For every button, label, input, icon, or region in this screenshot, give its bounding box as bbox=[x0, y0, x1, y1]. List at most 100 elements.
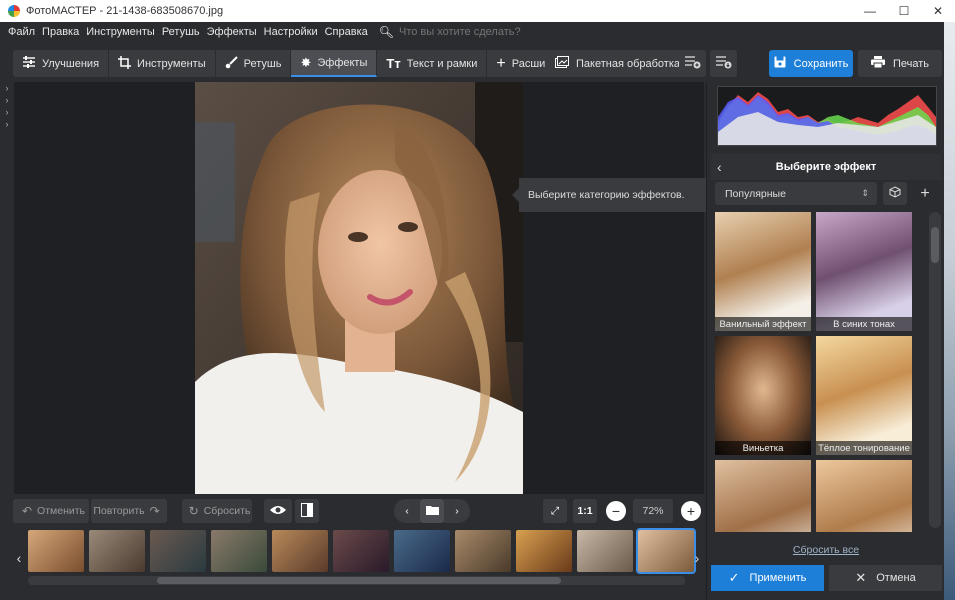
expand-chevron-icon[interactable]: › bbox=[0, 106, 14, 118]
close-icon: ✕ bbox=[855, 570, 867, 585]
thumbnail-selected[interactable] bbox=[636, 528, 696, 574]
tab-retouch[interactable]: Ретушь bbox=[216, 50, 292, 77]
thumbnail[interactable] bbox=[455, 530, 511, 572]
scrollbar-thumb[interactable] bbox=[157, 577, 561, 584]
menu-help[interactable]: Справка bbox=[325, 26, 368, 38]
3d-lut-button[interactable] bbox=[883, 182, 907, 205]
batch-label: Пакетная обработка bbox=[576, 57, 680, 70]
effect-category-select[interactable]: Популярные ⇕ bbox=[715, 182, 877, 205]
zoom-out-button[interactable]: − bbox=[606, 501, 626, 521]
thumbnail[interactable] bbox=[516, 530, 572, 572]
open-folder-button[interactable] bbox=[420, 499, 444, 523]
preview-toggle-button[interactable] bbox=[264, 499, 292, 523]
save-button[interactable]: Сохранить bbox=[769, 50, 853, 77]
search-icon: 🔍︎ bbox=[378, 25, 394, 39]
minus-icon: − bbox=[611, 503, 621, 519]
effect-card[interactable] bbox=[715, 460, 811, 532]
presets-add-button[interactable] bbox=[679, 50, 706, 77]
desktop-background bbox=[944, 22, 955, 600]
cube-icon bbox=[889, 186, 901, 201]
menu-edit[interactable]: Правка bbox=[42, 26, 79, 38]
tab-tools[interactable]: Инструменты bbox=[109, 50, 216, 77]
undo-label: Отменить bbox=[37, 505, 86, 517]
apply-label: Применить bbox=[749, 572, 807, 584]
effect-card-vignette[interactable]: Виньетка bbox=[715, 336, 811, 455]
thumbnail[interactable] bbox=[28, 530, 84, 572]
tab-enhancements[interactable]: Улучшения bbox=[13, 50, 110, 77]
redo-button[interactable]: Повторить ↷ bbox=[91, 499, 167, 523]
undo-button[interactable]: ↶ Отменить bbox=[13, 499, 89, 523]
effect-card-warm-toning[interactable]: Тёплое тонирование bbox=[816, 336, 912, 455]
menu-tools[interactable]: Инструменты bbox=[86, 26, 155, 38]
back-arrow-icon[interactable]: ‹ bbox=[717, 159, 722, 175]
menu-effects[interactable]: Эффекты bbox=[207, 26, 257, 38]
image-canvas[interactable]: Выберите категорию эффектов. bbox=[14, 82, 711, 494]
minimize-button[interactable]: — bbox=[853, 0, 887, 22]
filmstrip-next-button[interactable]: › bbox=[690, 528, 704, 588]
effects-scrollbar[interactable] bbox=[929, 212, 941, 528]
expand-chevron-icon[interactable]: › bbox=[0, 82, 14, 94]
tab-text-frames[interactable]: Tт Текст и рамки bbox=[377, 50, 488, 77]
filmstrip-scrollbar[interactable] bbox=[28, 576, 685, 585]
menu-bar: Файл Правка Инструменты Ретушь Эффекты Н… bbox=[0, 22, 955, 42]
folder-icon bbox=[425, 505, 439, 518]
plus-icon: + bbox=[686, 503, 696, 519]
close-button[interactable]: ✕ bbox=[921, 0, 955, 22]
sparkle-icon: ✸ bbox=[300, 54, 312, 70]
thumbnail[interactable] bbox=[394, 530, 450, 572]
thumbnail[interactable] bbox=[150, 530, 206, 572]
menu-retouch[interactable]: Ретушь bbox=[162, 26, 200, 38]
batch-processing-button[interactable]: Пакетная обработка bbox=[545, 50, 690, 77]
thumbnail[interactable] bbox=[272, 530, 328, 572]
tab-effects[interactable]: ✸ Эффекты bbox=[291, 50, 378, 77]
window-title: ФотоМАСТЕР - 21-1438-683508670.jpg bbox=[26, 5, 224, 17]
images-icon bbox=[555, 56, 569, 71]
zoom-in-button[interactable]: + bbox=[681, 501, 701, 521]
presets-save-button[interactable] bbox=[710, 50, 737, 77]
reset-label: Сбросить bbox=[203, 505, 251, 517]
effect-card-blue-tones[interactable]: В синих тонах bbox=[816, 212, 912, 331]
effects-panel-header: ‹ Выберите эффект bbox=[711, 154, 941, 180]
actual-size-button[interactable]: 1:1 bbox=[573, 499, 597, 523]
left-collapsed-panel: › › › › bbox=[0, 82, 14, 494]
apply-button[interactable]: ✓ Применить bbox=[711, 565, 824, 591]
print-button[interactable]: Печать bbox=[858, 50, 942, 77]
effect-label: Виньетка bbox=[715, 441, 811, 455]
updown-arrows-icon: ⇕ bbox=[861, 188, 869, 198]
thumbnail[interactable] bbox=[577, 530, 633, 572]
cancel-button[interactable]: ✕ Отмена bbox=[829, 565, 942, 591]
expand-icon: ⤢ bbox=[550, 504, 560, 517]
expand-chevron-icon[interactable]: › bbox=[0, 94, 14, 106]
effect-card[interactable] bbox=[816, 460, 912, 532]
zoom-level[interactable]: 72% bbox=[633, 499, 673, 523]
thumbnail[interactable] bbox=[333, 530, 389, 572]
printer-icon bbox=[870, 56, 885, 71]
tab-label: Эффекты bbox=[317, 56, 368, 69]
add-effect-button[interactable]: + bbox=[913, 182, 937, 205]
scrollbar-thumb[interactable] bbox=[931, 227, 939, 263]
maximize-button[interactable]: ☐ bbox=[887, 0, 921, 22]
title-bar: ФотоМАСТЕР - 21-1438-683508670.jpg — ☐ ✕ bbox=[0, 0, 955, 22]
redo-icon: ↷ bbox=[149, 504, 160, 518]
floppy-icon bbox=[774, 56, 786, 71]
fit-screen-button[interactable]: ⤢ bbox=[543, 499, 567, 523]
chevron-left-icon: ‹ bbox=[405, 505, 409, 517]
filmstrip-prev-button[interactable]: ‹ bbox=[12, 528, 26, 588]
reset-button[interactable]: ↻ Сбросить bbox=[182, 499, 252, 523]
chevron-left-icon: ‹ bbox=[16, 550, 22, 566]
search-input[interactable] bbox=[398, 26, 539, 38]
menu-settings[interactable]: Настройки bbox=[264, 26, 318, 38]
next-image-button[interactable]: › bbox=[444, 499, 470, 523]
reset-all-link[interactable]: Сбросить все bbox=[707, 544, 945, 556]
thumbnail[interactable] bbox=[211, 530, 267, 572]
menu-file[interactable]: Файл bbox=[8, 26, 35, 38]
prev-image-button[interactable]: ‹ bbox=[394, 499, 420, 523]
expand-chevron-icon[interactable]: › bbox=[0, 118, 14, 130]
compare-button[interactable] bbox=[295, 499, 319, 523]
effect-card-vanilla[interactable]: Ванильный эффект bbox=[715, 212, 811, 331]
thumbnail[interactable] bbox=[89, 530, 145, 572]
effects-panel: ‹ Выберите эффект Популярные ⇕ + Ванильн… bbox=[706, 82, 944, 600]
app-logo-icon bbox=[8, 5, 20, 17]
save-label: Сохранить bbox=[793, 57, 849, 70]
effects-hint-tooltip: Выберите категорию эффектов. bbox=[512, 178, 711, 212]
